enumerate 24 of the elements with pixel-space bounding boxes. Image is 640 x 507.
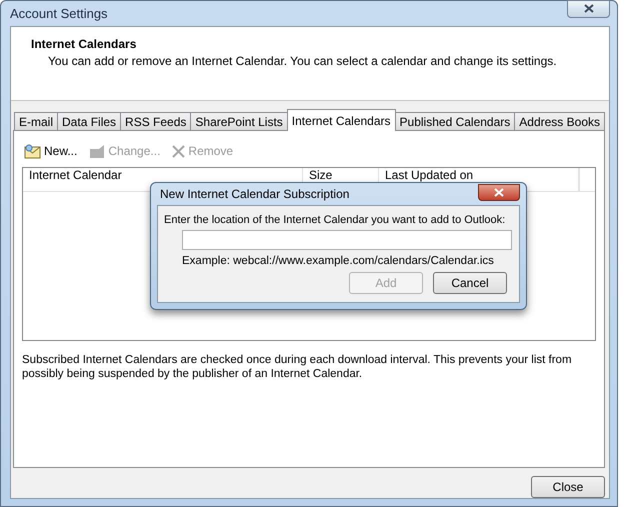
tab[interactable]: E-mail: [14, 112, 58, 131]
tab[interactable]: Address Books: [514, 112, 605, 131]
section-title: Internet Calendars: [31, 37, 138, 51]
close-button[interactable]: Close: [531, 476, 605, 498]
delete-icon: [172, 144, 186, 158]
section-description: You can add or remove an Internet Calendar. You can select a calendar and change its settings.: [47, 54, 558, 68]
tab[interactable]: Data Files: [57, 112, 122, 131]
location-field[interactable]: [182, 230, 512, 250]
edit-icon: [89, 144, 106, 158]
window-title: Account Settings: [10, 6, 108, 21]
prompt-label: Enter the location of the Internet Calendar you want to add to Outlook:: [164, 214, 506, 226]
dialog-button[interactable]: Cancel: [433, 272, 507, 294]
tab[interactable]: Internet Calendars: [286, 109, 396, 131]
close-button[interactable]: [478, 184, 520, 200]
envelope-icon: [24, 144, 41, 158]
new-button[interactable]: New...: [24, 144, 78, 158]
close-icon: [584, 4, 594, 13]
close-button[interactable]: [567, 0, 610, 18]
example-text: Example: webcal://www.example.com/calendars/Calendar.ics: [182, 255, 495, 267]
tab[interactable]: Published Calendars: [394, 112, 516, 131]
close-icon: [494, 188, 504, 196]
tab[interactable]: SharePoint Lists: [190, 112, 288, 131]
tab[interactable]: RSS Feeds: [120, 112, 192, 131]
info-text: Subscribed Internet Calendars are checked once during each download interval. This prevents your list from possibly being suspended by the publisher of an Internet Calendar.: [22, 353, 573, 381]
